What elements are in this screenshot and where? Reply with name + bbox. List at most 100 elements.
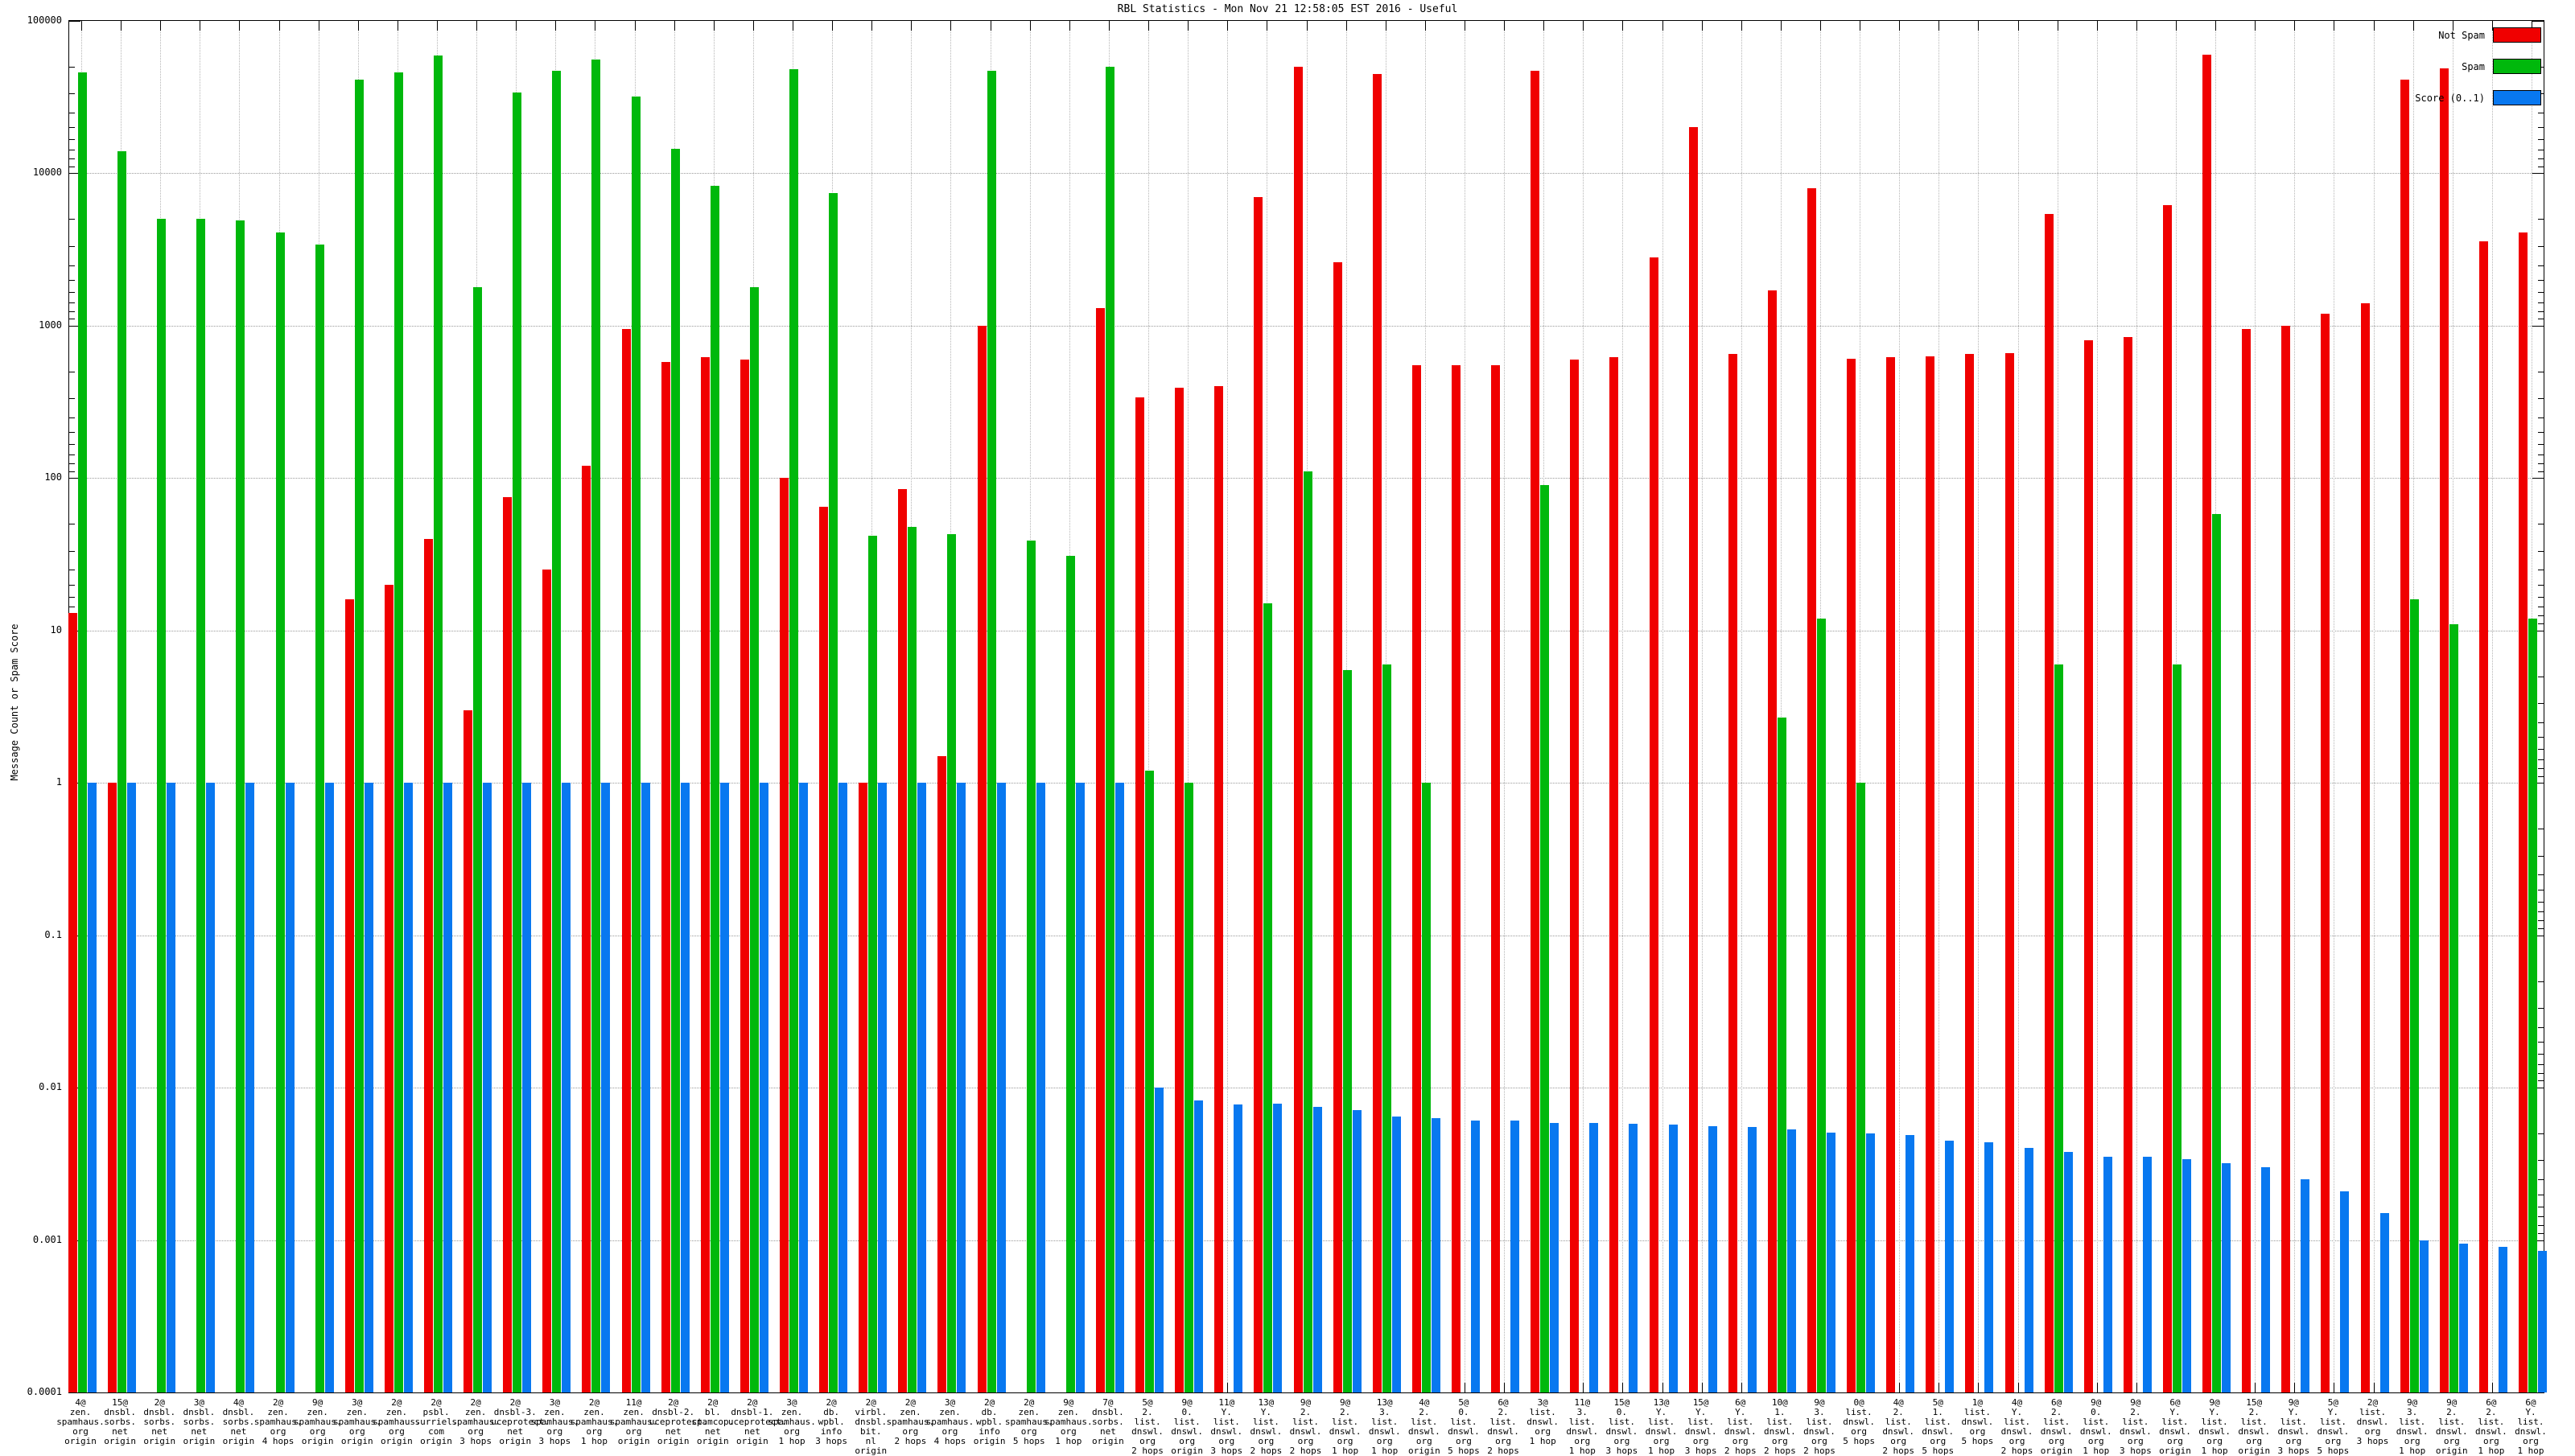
bar-score	[2142, 1157, 2152, 1392]
y-tick-label: 1	[56, 776, 62, 788]
bar-not-spam	[859, 783, 868, 1392]
y-minor-tick	[2538, 1232, 2544, 1234]
y-minor-tick	[69, 139, 75, 141]
bar-score	[1668, 1125, 1678, 1392]
x-tick	[2136, 1383, 2137, 1392]
bar-score	[917, 783, 927, 1392]
x-gridline	[1504, 21, 1506, 1392]
bar-score	[1470, 1120, 1480, 1392]
y-major-tick	[2532, 325, 2544, 327]
bar-not-spam	[1411, 365, 1421, 1392]
bar-score	[1273, 1103, 1283, 1392]
bar-score	[1312, 1106, 1322, 1392]
bar-spam	[987, 71, 996, 1392]
y-minor-tick	[2538, 311, 2544, 312]
bar-spam	[1263, 603, 1273, 1392]
y-axis-label: Message Count or Spam Score	[9, 623, 20, 781]
y-minor-tick	[69, 245, 75, 247]
x-tick	[1741, 21, 1742, 31]
x-tick	[1938, 1383, 1940, 1392]
bar-not-spam	[898, 488, 908, 1392]
bar-not-spam	[108, 783, 117, 1392]
bar-spam	[2172, 664, 2182, 1392]
bar-not-spam	[582, 466, 591, 1392]
bar-not-spam	[1926, 356, 1935, 1392]
bar-spam	[591, 59, 601, 1392]
bar-not-spam	[464, 709, 473, 1392]
bar-score	[1906, 1134, 1915, 1392]
bar-score	[1984, 1141, 1994, 1392]
bar-score	[1234, 1104, 1243, 1392]
bar-not-spam	[2439, 68, 2449, 1392]
bar-spam	[1382, 664, 1391, 1392]
bar-not-spam	[1095, 308, 1105, 1392]
bar-spam	[1777, 717, 1786, 1392]
bar-score	[1786, 1129, 1796, 1392]
bar-not-spam	[2004, 353, 2014, 1392]
bar-not-spam	[503, 497, 513, 1392]
bar-not-spam	[68, 613, 77, 1392]
y-minor-tick	[2538, 398, 2544, 400]
bar-not-spam	[1570, 359, 1580, 1392]
bar-not-spam	[1491, 365, 1501, 1392]
bar-not-spam	[1333, 262, 1342, 1392]
y-minor-tick	[2538, 219, 2544, 220]
y-minor-tick	[69, 311, 75, 312]
y-tick-label: 0.01	[39, 1081, 62, 1093]
y-minor-tick	[2538, 1179, 2544, 1181]
bar-not-spam	[1372, 73, 1382, 1392]
bar-spam	[1816, 618, 1826, 1392]
bar-not-spam	[2162, 204, 2172, 1392]
y-minor-tick	[2538, 139, 2544, 141]
bar-spam	[2409, 599, 2419, 1392]
y-minor-tick	[69, 302, 75, 303]
bar-spam	[1065, 555, 1075, 1392]
x-tick	[1148, 21, 1150, 31]
y-minor-tick	[2538, 1072, 2544, 1074]
bar-spam	[2528, 618, 2537, 1392]
y-minor-tick	[69, 432, 75, 434]
x-gridline	[1701, 21, 1703, 1392]
bar-score	[2182, 1158, 2191, 1392]
bar-not-spam	[1254, 196, 1263, 1392]
y-minor-tick	[2538, 1063, 2544, 1065]
x-gridline	[1899, 21, 1901, 1392]
y-minor-tick	[2538, 454, 2544, 455]
x-tick	[2491, 1383, 2493, 1392]
x-tick	[239, 21, 241, 31]
bar-not-spam	[700, 357, 710, 1392]
y-major-tick	[2532, 478, 2544, 479]
bar-spam	[315, 245, 324, 1392]
legend: Not Spam Spam Score (0..1)	[2415, 27, 2541, 121]
y-minor-tick	[2538, 1080, 2544, 1082]
bar-spam	[2054, 664, 2063, 1392]
bar-not-spam	[424, 538, 434, 1392]
x-tick	[1188, 21, 1189, 31]
bar-not-spam	[2400, 80, 2409, 1392]
bar-score	[483, 783, 492, 1392]
bar-spam	[1303, 471, 1312, 1392]
y-minor-tick	[69, 219, 75, 220]
bar-not-spam	[1649, 257, 1658, 1392]
bar-score	[2458, 1243, 2468, 1392]
bar-not-spam	[1965, 354, 1975, 1392]
bar-not-spam	[542, 570, 552, 1392]
y-minor-tick	[69, 127, 75, 129]
bar-not-spam	[1847, 358, 1856, 1392]
x-tick	[2017, 1383, 2019, 1392]
x-gridline	[2017, 21, 2019, 1392]
x-tick	[2136, 21, 2137, 31]
bar-spam	[1421, 783, 1431, 1392]
bar-score	[759, 783, 768, 1392]
bar-score	[957, 783, 966, 1392]
x-tick	[81, 21, 82, 31]
bar-score	[719, 783, 729, 1392]
bar-score	[443, 783, 453, 1392]
bar-not-spam	[1807, 187, 1816, 1392]
y-minor-tick	[2538, 444, 2544, 446]
bar-spam	[434, 56, 443, 1392]
rbl-statistics-chart: RBL Statistics - Mon Nov 21 12:58:05 EST…	[0, 0, 2575, 1456]
legend-item-spam: Spam	[2415, 59, 2541, 74]
x-tick	[2255, 21, 2256, 31]
bar-spam	[275, 232, 285, 1392]
